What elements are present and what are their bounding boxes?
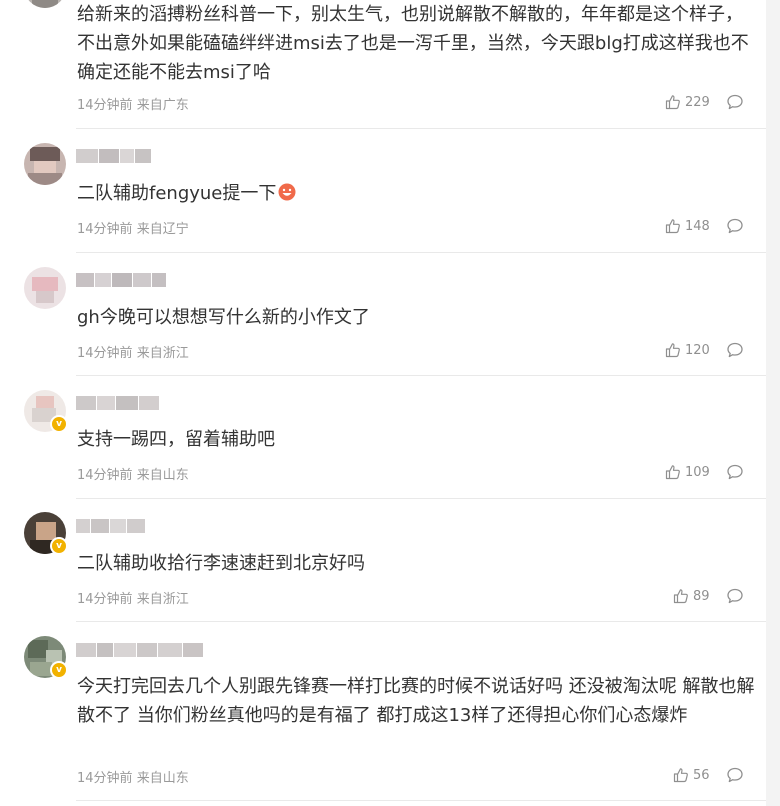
username-blur <box>76 273 94 287</box>
avatar[interactable]: v <box>24 636 68 679</box>
comment-location: 来自广东 <box>136 98 189 113</box>
comment-time: 14分钟前 <box>77 346 133 361</box>
comment-meta: 14分钟前 来自辽宁 <box>77 218 189 237</box>
avatar[interactable] <box>24 267 66 309</box>
comment-list: 给新来的滔搏粉丝科普一下，别太生气，也别说解散不解散的，年年都是这个样子，不出意… <box>0 0 766 806</box>
comment-time: 14分钟前 <box>77 771 133 786</box>
comment-meta: 14分钟前 来自浙江 <box>77 342 189 361</box>
like-button[interactable]: 89 <box>673 587 710 605</box>
comment-location: 来自山东 <box>136 468 189 483</box>
like-button[interactable]: 229 <box>665 93 710 111</box>
username-blur <box>76 519 90 533</box>
like-button[interactable]: 56 <box>673 766 710 784</box>
like-count: 120 <box>685 342 710 358</box>
divider <box>76 128 766 129</box>
thumbs-up-icon <box>665 464 681 480</box>
like-count: 56 <box>693 767 710 783</box>
username-blur <box>76 149 98 163</box>
like-button[interactable]: 120 <box>665 341 710 359</box>
comment-time: 14分钟前 <box>77 98 133 113</box>
username-blur <box>76 396 96 410</box>
avatar[interactable]: v <box>24 512 68 555</box>
comment-bubble-icon[interactable] <box>726 766 744 784</box>
comment-meta: 14分钟前 来自山东 <box>77 464 189 483</box>
username[interactable] <box>76 516 145 536</box>
thumbs-up-icon <box>665 218 681 234</box>
verified-badge-icon: v <box>50 415 68 433</box>
like-count: 148 <box>685 218 710 234</box>
smiling-face-emoji <box>277 182 297 202</box>
thumbs-up-icon <box>673 767 689 783</box>
thumbs-up-icon <box>673 588 689 604</box>
divider <box>76 375 766 376</box>
comment-meta: 14分钟前 来自浙江 <box>77 588 189 607</box>
thumbs-up-icon <box>665 94 681 110</box>
comment-text: 今天打完回去几个人别跟先锋赛一样打比赛的时候不说话好吗 还没被淘汰呢 解散也解散… <box>77 676 755 726</box>
like-button[interactable]: 109 <box>665 463 710 481</box>
comment-location: 来自浙江 <box>136 592 189 607</box>
like-count: 89 <box>693 588 710 604</box>
comment-bubble-icon[interactable] <box>726 463 744 481</box>
avatar[interactable] <box>24 0 66 8</box>
comment-bubble-icon[interactable] <box>726 217 744 235</box>
username-blur <box>76 643 96 657</box>
divider <box>76 621 766 622</box>
like-button[interactable]: 148 <box>665 217 710 235</box>
username[interactable] <box>76 146 151 166</box>
comment-meta: 14分钟前 来自山东 <box>77 767 189 786</box>
comment-bubble-icon[interactable] <box>726 93 744 111</box>
like-count: 109 <box>685 464 710 480</box>
comment-bubble-icon[interactable] <box>726 341 744 359</box>
username[interactable] <box>76 270 166 290</box>
comment-location: 来自山东 <box>136 771 189 786</box>
username[interactable] <box>76 640 203 660</box>
comment-time: 14分钟前 <box>77 592 133 607</box>
divider <box>76 252 766 253</box>
verified-badge-icon: v <box>50 537 68 555</box>
comment-time: 14分钟前 <box>77 222 133 237</box>
comment-time: 14分钟前 <box>77 468 133 483</box>
comment-text: gh今晚可以想想写什么新的小作文了 <box>77 307 370 328</box>
like-count: 229 <box>685 94 710 110</box>
thumbs-up-icon <box>665 342 681 358</box>
avatar[interactable] <box>24 143 66 185</box>
username[interactable] <box>76 393 159 413</box>
scrollbar[interactable] <box>766 0 780 806</box>
comment-bubble-icon[interactable] <box>726 587 744 605</box>
comment-text: 二队辅助收拾行李速速赶到北京好吗 <box>77 553 365 574</box>
comment-meta: 14分钟前 来自广东 <box>77 94 189 113</box>
comment-text: 二队辅助fengyue提一下 <box>77 179 757 208</box>
avatar[interactable]: v <box>24 390 68 433</box>
comment-location: 来自辽宁 <box>136 222 189 237</box>
divider <box>76 498 766 499</box>
verified-badge-icon: v <box>50 661 68 679</box>
comment-text: 支持一踢四，留着辅助吧 <box>77 429 275 450</box>
comment-location: 来自浙江 <box>136 346 189 361</box>
comment-text: 给新来的滔搏粉丝科普一下，别太生气，也别说解散不解散的，年年都是这个样子，不出意… <box>77 4 749 83</box>
divider <box>76 800 766 801</box>
